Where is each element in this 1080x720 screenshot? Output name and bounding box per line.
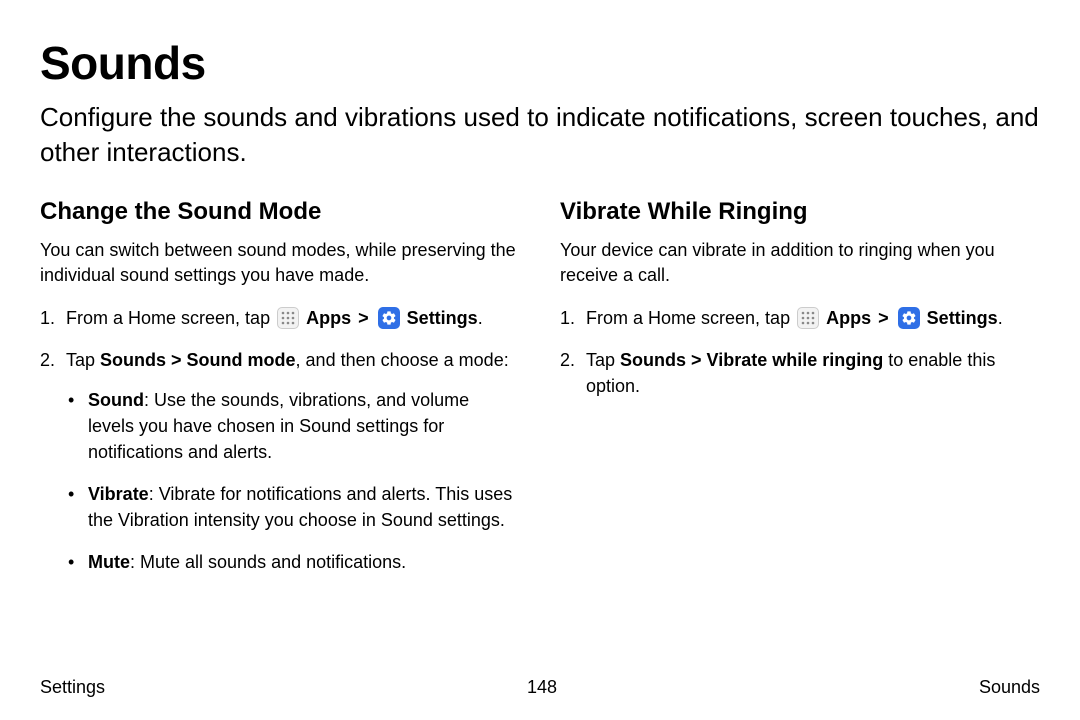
settings-gear-icon bbox=[898, 307, 920, 329]
section-desc-vibrate: Your device can vibrate in addition to r… bbox=[560, 238, 1040, 288]
page-title: Sounds bbox=[40, 36, 1040, 90]
apps-icon bbox=[797, 307, 819, 329]
footer-left: Settings bbox=[40, 677, 105, 698]
bullet-mute: Mute: Mute all sounds and notifications. bbox=[66, 549, 520, 575]
step-1: From a Home screen, tap Apps > Settings. bbox=[560, 305, 1040, 331]
step-end: . bbox=[998, 308, 1003, 328]
settings-gear-icon bbox=[378, 307, 400, 329]
bullet-bold: Vibrate bbox=[88, 484, 149, 504]
step-text: Tap bbox=[586, 350, 620, 370]
step-post: , and then choose a mode: bbox=[296, 350, 509, 370]
footer-page-number: 148 bbox=[527, 677, 557, 698]
bullet-text: : Vibrate for notifications and alerts. … bbox=[88, 484, 512, 530]
step-text: From a Home screen, tap bbox=[586, 308, 790, 328]
step-end: . bbox=[478, 308, 483, 328]
bullet-text: : Mute all sounds and notifications. bbox=[130, 552, 406, 572]
left-column: Change the Sound Mode You can switch bet… bbox=[40, 198, 520, 591]
bullet-bold: Mute bbox=[88, 552, 130, 572]
step-1: From a Home screen, tap Apps > Settings. bbox=[40, 305, 520, 331]
bullet-bold: Sound bbox=[88, 390, 144, 410]
mode-bullets: Sound: Use the sounds, vibrations, and v… bbox=[66, 387, 520, 576]
bullet-sound: Sound: Use the sounds, vibrations, and v… bbox=[66, 387, 520, 465]
right-column: Vibrate While Ringing Your device can vi… bbox=[560, 198, 1040, 591]
apps-icon bbox=[277, 307, 299, 329]
page-intro: Configure the sounds and vibrations used… bbox=[40, 100, 1040, 170]
steps-sound-mode: From a Home screen, tap Apps > Settings.… bbox=[40, 305, 520, 576]
page-footer: Settings 148 Sounds bbox=[40, 677, 1040, 698]
bullet-text: : Use the sounds, vibrations, and volume… bbox=[88, 390, 469, 462]
section-heading-sound-mode: Change the Sound Mode bbox=[40, 198, 520, 226]
apps-label: Apps bbox=[306, 308, 351, 328]
steps-vibrate: From a Home screen, tap Apps > Settings.… bbox=[560, 305, 1040, 399]
footer-right: Sounds bbox=[979, 677, 1040, 698]
step-2: Tap Sounds > Sound mode, and then choose… bbox=[40, 347, 520, 576]
apps-label: Apps bbox=[826, 308, 871, 328]
step-bold: Sounds > Sound mode bbox=[100, 350, 296, 370]
step-2: Tap Sounds > Vibrate while ringing to en… bbox=[560, 347, 1040, 399]
chevron-icon: > bbox=[876, 308, 891, 328]
step-text: Tap bbox=[66, 350, 100, 370]
content-columns: Change the Sound Mode You can switch bet… bbox=[40, 198, 1040, 591]
settings-label: Settings bbox=[407, 308, 478, 328]
section-heading-vibrate: Vibrate While Ringing bbox=[560, 198, 1040, 226]
chevron-icon: > bbox=[356, 308, 371, 328]
step-text: From a Home screen, tap bbox=[66, 308, 270, 328]
section-desc-sound-mode: You can switch between sound modes, whil… bbox=[40, 238, 520, 288]
step-bold: Sounds > Vibrate while ringing bbox=[620, 350, 883, 370]
bullet-vibrate: Vibrate: Vibrate for notifications and a… bbox=[66, 481, 520, 533]
settings-label: Settings bbox=[927, 308, 998, 328]
